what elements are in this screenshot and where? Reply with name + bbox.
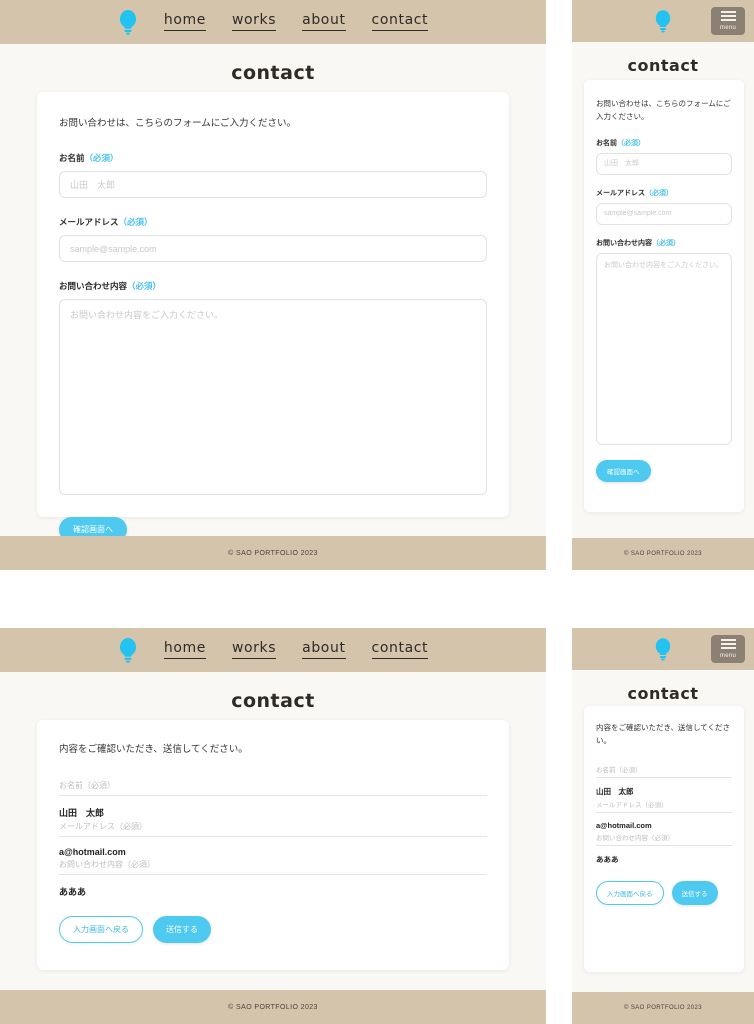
confirm-label-name: お名前（必須）	[59, 781, 115, 791]
confirm-value-message: あああ	[59, 887, 87, 898]
confirm-value-email: a@hotmail.com	[59, 847, 126, 858]
required-badge-message: （必須）	[127, 281, 162, 292]
field-label-email-text: メールアドレス	[59, 217, 119, 228]
page-title: contact	[231, 690, 315, 712]
send-button[interactable]: 送信する	[153, 916, 211, 944]
confirm-button-row: 入力画面へ戻る 送信する	[59, 916, 487, 944]
site-footer: © SAO PORTFOLIO 2023	[572, 538, 754, 570]
nav-item-contact[interactable]: contact	[371, 640, 429, 660]
field-label-message-text: お問い合わせ内容	[596, 239, 652, 247]
confirm-label-email: メールアドレス（必須）	[59, 822, 147, 832]
contact-form-card: お問い合わせは、こちらのフォームにご入力ください。 お名前（必須） メールアドレ…	[37, 92, 509, 543]
nav-item-home[interactable]: home	[163, 640, 206, 660]
site-footer: © SAO PORTFOLIO 2023	[0, 536, 546, 570]
lightbulb-icon[interactable]	[118, 9, 138, 35]
form-lead-text: お問い合わせは、こちらのフォームにご入力ください。	[59, 118, 297, 129]
field-label-email: メールアドレス（必須）	[59, 216, 487, 228]
confirm-row-name: お名前（必須）	[596, 764, 732, 778]
hamburger-label: menu	[719, 25, 737, 31]
required-badge-email: （必須）	[118, 217, 153, 228]
confirm-row-message: お問い合わせ内容（必須）	[596, 832, 732, 846]
site-header-mobile: menu	[572, 0, 754, 42]
mobile-confirm-panel: menu contact 内容をご確認いただき、送信してください。 お名前（必須…	[572, 628, 754, 1024]
field-label-name-text: お名前	[59, 153, 85, 164]
nav-item-about[interactable]: about	[302, 12, 346, 32]
confirm-row-email: メールアドレス（必須）	[596, 799, 732, 813]
confirm-row-name: お名前（必須）	[59, 780, 487, 797]
nav-item-contact[interactable]: contact	[371, 12, 429, 32]
page-title: contact	[627, 56, 699, 75]
hamburger-menu-button[interactable]: menu	[711, 7, 745, 35]
confirm-label-email: メールアドレス（必須）	[596, 801, 668, 809]
nav-item-home[interactable]: home	[163, 12, 206, 32]
confirm-row-email: メールアドレス（必須）	[59, 821, 487, 838]
contact-form-card: お問い合わせは、こちらのフォームにご入力ください。 お名前（必須） メールアドレ…	[584, 80, 744, 512]
page-title: contact	[231, 62, 315, 84]
required-badge-name: （必須）	[84, 153, 119, 164]
back-to-input-button[interactable]: 入力画面へ戻る	[59, 916, 143, 944]
confirm-label-name: お名前（必須）	[596, 766, 642, 774]
lightbulb-icon[interactable]	[654, 637, 672, 661]
nav-item-works[interactable]: works	[231, 12, 277, 32]
name-input[interactable]	[596, 152, 732, 175]
lightbulb-icon[interactable]	[654, 9, 672, 33]
hamburger-icon	[720, 11, 736, 21]
email-input[interactable]	[59, 235, 487, 263]
main-nav: home works about contact	[163, 12, 429, 32]
send-button[interactable]: 送信する	[671, 880, 718, 905]
confirm-row-message: お問い合わせ内容（必須）	[59, 859, 487, 876]
confirm-label-message: お問い合わせ内容（必須）	[596, 834, 674, 842]
lightbulb-icon[interactable]	[118, 637, 138, 663]
required-badge-name: （必須）	[617, 139, 645, 147]
copyright-text: © SAO PORTFOLIO 2023	[228, 549, 318, 557]
name-input[interactable]	[59, 171, 487, 199]
site-header-mobile: menu	[572, 628, 754, 670]
nav-item-works[interactable]: works	[231, 640, 277, 660]
message-textarea[interactable]	[59, 299, 487, 496]
main-nav: home works about contact	[163, 640, 429, 660]
confirm-value-name: 山田 太郎	[596, 786, 634, 796]
page-title: contact	[627, 684, 699, 703]
confirm-label-message: お問い合わせ内容（必須）	[59, 860, 155, 870]
desktop-input-panel: home works about contact contact お問い合わせは…	[0, 0, 546, 570]
copyright-text: © SAO PORTFOLIO 2023	[228, 1003, 318, 1011]
hamburger-menu-button[interactable]: menu	[711, 635, 745, 663]
mobile-input-panel: menu contact お問い合わせは、こちらのフォームにご入力ください。 お…	[572, 0, 754, 570]
site-footer: © SAO PORTFOLIO 2023	[572, 992, 754, 1024]
confirm-card: 内容をご確認いただき、送信してください。 お名前（必須） 山田 太郎 メールアド…	[37, 720, 509, 970]
nav-item-about[interactable]: about	[302, 640, 346, 660]
field-label-message-text: お問い合わせ内容	[59, 281, 128, 292]
email-input[interactable]	[596, 202, 732, 225]
hamburger-icon	[720, 639, 736, 649]
required-badge-email: （必須）	[645, 189, 673, 197]
confirm-value-email: a@hotmail.com	[596, 820, 652, 830]
message-textarea[interactable]	[596, 252, 732, 445]
confirm-card: 内容をご確認いただき、送信してください。 お名前（必須） 山田 太郎 メールアド…	[584, 706, 744, 972]
field-label-email: メールアドレス（必須）	[596, 188, 732, 198]
go-to-confirm-button[interactable]: 確認画面へ	[596, 459, 651, 482]
field-label-name: お名前（必須）	[596, 138, 732, 148]
field-label-email-text: メールアドレス	[596, 189, 645, 197]
confirm-lead-text: 内容をご確認いただき、送信してください。	[596, 723, 731, 745]
back-to-input-button[interactable]: 入力画面へ戻る	[596, 880, 664, 905]
confirm-lead-text: 内容をご確認いただき、送信してください。	[59, 744, 248, 755]
confirm-button-row: 入力画面へ戻る 送信する	[596, 880, 732, 905]
copyright-text: © SAO PORTFOLIO 2023	[623, 1005, 702, 1011]
field-label-name-text: お名前	[596, 139, 617, 147]
confirm-value-message: あああ	[596, 854, 619, 864]
screenshot-stage: home works about contact contact お問い合わせは…	[0, 0, 754, 1024]
form-lead-text: お問い合わせは、こちらのフォームにご入力ください。	[596, 99, 731, 121]
hamburger-label: menu	[719, 653, 737, 659]
field-label-name: お名前（必須）	[59, 152, 487, 164]
desktop-confirm-panel: home works about contact contact 内容をご確認い…	[0, 628, 546, 1024]
field-label-message: お問い合わせ内容（必須）	[59, 280, 487, 292]
field-label-message: お問い合わせ内容（必須）	[596, 238, 732, 248]
site-footer: © SAO PORTFOLIO 2023	[0, 990, 546, 1024]
required-badge-message: （必須）	[652, 239, 680, 247]
copyright-text: © SAO PORTFOLIO 2023	[623, 551, 702, 557]
site-header: home works about contact	[0, 628, 546, 672]
site-header: home works about contact	[0, 0, 546, 44]
confirm-value-name: 山田 太郎	[59, 808, 105, 819]
